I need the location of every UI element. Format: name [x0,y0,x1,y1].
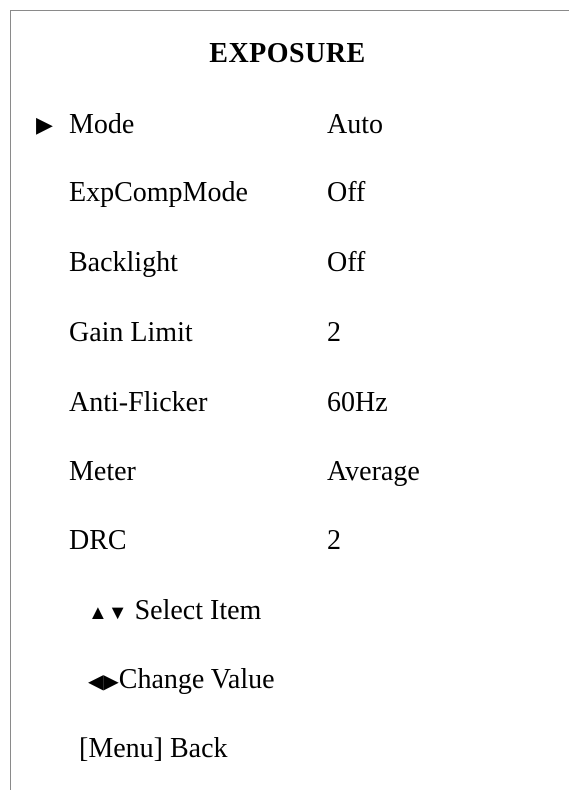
up-down-arrows-icon: ▲▼ [88,602,128,624]
menu-item-value: Off [327,177,366,208]
menu-item-label: DRC [69,525,127,556]
menu-item-drc[interactable]: DRC 2 [0,521,569,561]
menu-title: EXPOSURE [209,38,366,69]
menu-item-label: Gain Limit [69,317,193,348]
select-item-text: Select Item [127,595,262,626]
menu-back-hint: [Menu] Back [79,733,228,764]
menu-item-label: ExpCompMode [69,177,248,208]
menu-item-meter[interactable]: Meter Average [0,452,569,492]
menu-item-label: Anti-Flicker [69,387,208,418]
selection-cursor-icon: ▶ [36,112,53,137]
menu-item-anti-flicker[interactable]: Anti-Flicker 60Hz [0,383,569,423]
left-right-arrows-icon: ◀▶ [88,671,119,693]
menu-item-label: Meter [69,456,136,487]
menu-item-value: 2 [327,525,341,556]
menu-item-value: Auto [327,109,383,140]
menu-item-expcompmode[interactable]: ExpCompMode Off [0,173,569,213]
menu-item-label: Mode [69,109,135,140]
menu-item-backlight[interactable]: Backlight Off [0,243,569,283]
select-item-hint: ▲▼ Select Item [88,591,261,633]
menu-item-value: 2 [327,317,341,348]
change-value-text: Change Value [118,664,275,695]
menu-item-label: Backlight [69,247,178,278]
change-value-hint: ◀▶Change Value [88,660,275,702]
menu-item-gain-limit[interactable]: Gain Limit 2 [0,313,569,353]
menu-item-value: 60Hz [327,387,388,418]
menu-item-value: Average [327,456,420,487]
menu-item-value: Off [327,247,366,278]
menu-item-mode[interactable]: ▶ Mode Auto [0,105,569,145]
